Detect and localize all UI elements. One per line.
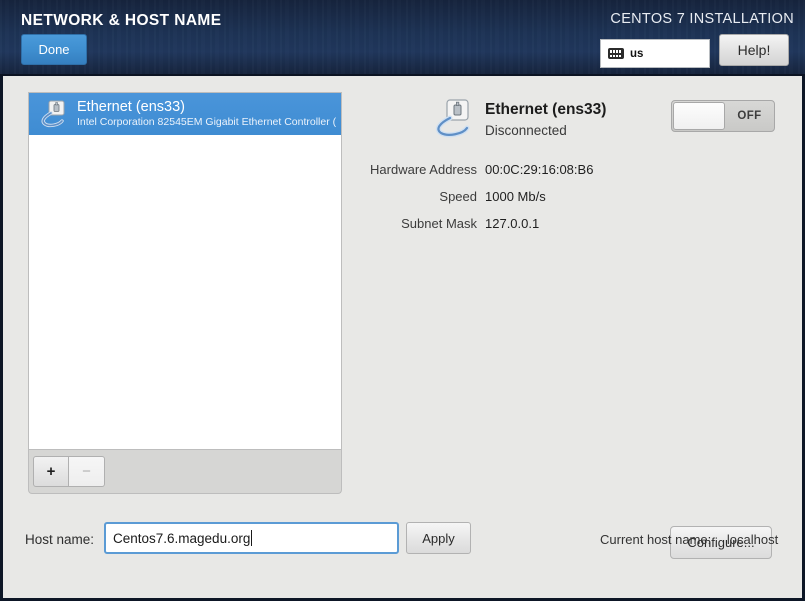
- device-name: Ethernet (ens33): [77, 99, 186, 115]
- keyboard-layout-selector[interactable]: us: [600, 39, 710, 68]
- property-value: 127.0.0.1: [485, 216, 540, 231]
- toggle-state-label: OFF: [737, 110, 762, 122]
- property-value: 00:0C:29:16:08:B6: [485, 162, 594, 177]
- device-list[interactable]: Ethernet (ens33) Intel Corporation 82545…: [28, 92, 342, 450]
- property-row: Hardware Address 00:0C:29:16:08:B6: [355, 162, 785, 189]
- help-button[interactable]: Help!: [719, 34, 789, 66]
- device-detail-panel: Ethernet (ens33) Disconnected OFF Hardwa…: [355, 92, 785, 559]
- keyboard-layout-label: us: [630, 47, 644, 60]
- list-item[interactable]: Ethernet (ens33) Intel Corporation 82545…: [29, 93, 341, 135]
- current-hostname-value: localhost: [726, 532, 779, 547]
- device-description: Intel Corporation 82545EM Gigabit Ethern…: [77, 116, 337, 128]
- installer-body: Ethernet (ens33) Intel Corporation 82545…: [0, 76, 805, 601]
- device-detail-title-block: Ethernet (ens33) Disconnected: [485, 97, 606, 141]
- current-hostname: Current host name: localhost: [600, 532, 778, 547]
- property-label: Hardware Address: [370, 162, 477, 177]
- property-value: 1000 Mb/s: [485, 189, 546, 204]
- device-list-toolbar: + −: [28, 450, 342, 494]
- device-power-toggle[interactable]: OFF: [671, 100, 775, 132]
- property-row: Speed 1000 Mb/s: [355, 189, 785, 216]
- page-title: NETWORK & HOST NAME: [21, 12, 222, 29]
- hostname-label: Host name:: [25, 532, 95, 547]
- property-row: Subnet Mask 127.0.0.1: [355, 216, 785, 243]
- device-detail-name: Ethernet (ens33): [485, 101, 607, 118]
- list-item-text: Ethernet (ens33) Intel Corporation 82545…: [77, 99, 336, 129]
- current-hostname-label: Current host name:: [600, 532, 712, 547]
- hostname-input[interactable]: Centos7.6.magedu.org: [104, 522, 399, 554]
- device-property-list: Hardware Address 00:0C:29:16:08:B6 Speed…: [355, 162, 785, 243]
- property-label: Speed: [439, 189, 477, 204]
- wired-network-icon: [37, 98, 69, 130]
- device-connection-state: Disconnected: [485, 123, 567, 138]
- device-detail-header: Ethernet (ens33) Disconnected: [431, 97, 606, 141]
- hostname-value: Centos7.6.magedu.org: [113, 530, 251, 546]
- installer-header: NETWORK & HOST NAME Done CENTOS 7 INSTAL…: [0, 0, 805, 76]
- toggle-knob: [673, 102, 725, 130]
- apply-button[interactable]: Apply: [406, 522, 471, 554]
- property-label: Subnet Mask: [401, 216, 477, 231]
- device-list-panel: Ethernet (ens33) Intel Corporation 82545…: [28, 92, 342, 512]
- remove-device-button: −: [69, 456, 105, 487]
- hostname-bar: Host name: Centos7.6.magedu.org Apply Cu…: [3, 518, 802, 568]
- done-button[interactable]: Done: [21, 34, 87, 65]
- installation-label: CENTOS 7 INSTALLATION: [610, 11, 794, 27]
- wired-network-unplugged-icon: [431, 97, 475, 141]
- keyboard-icon: [608, 48, 624, 59]
- installer-screen: NETWORK & HOST NAME Done CENTOS 7 INSTAL…: [0, 0, 805, 601]
- text-caret: [251, 530, 253, 546]
- add-device-button[interactable]: +: [33, 456, 69, 487]
